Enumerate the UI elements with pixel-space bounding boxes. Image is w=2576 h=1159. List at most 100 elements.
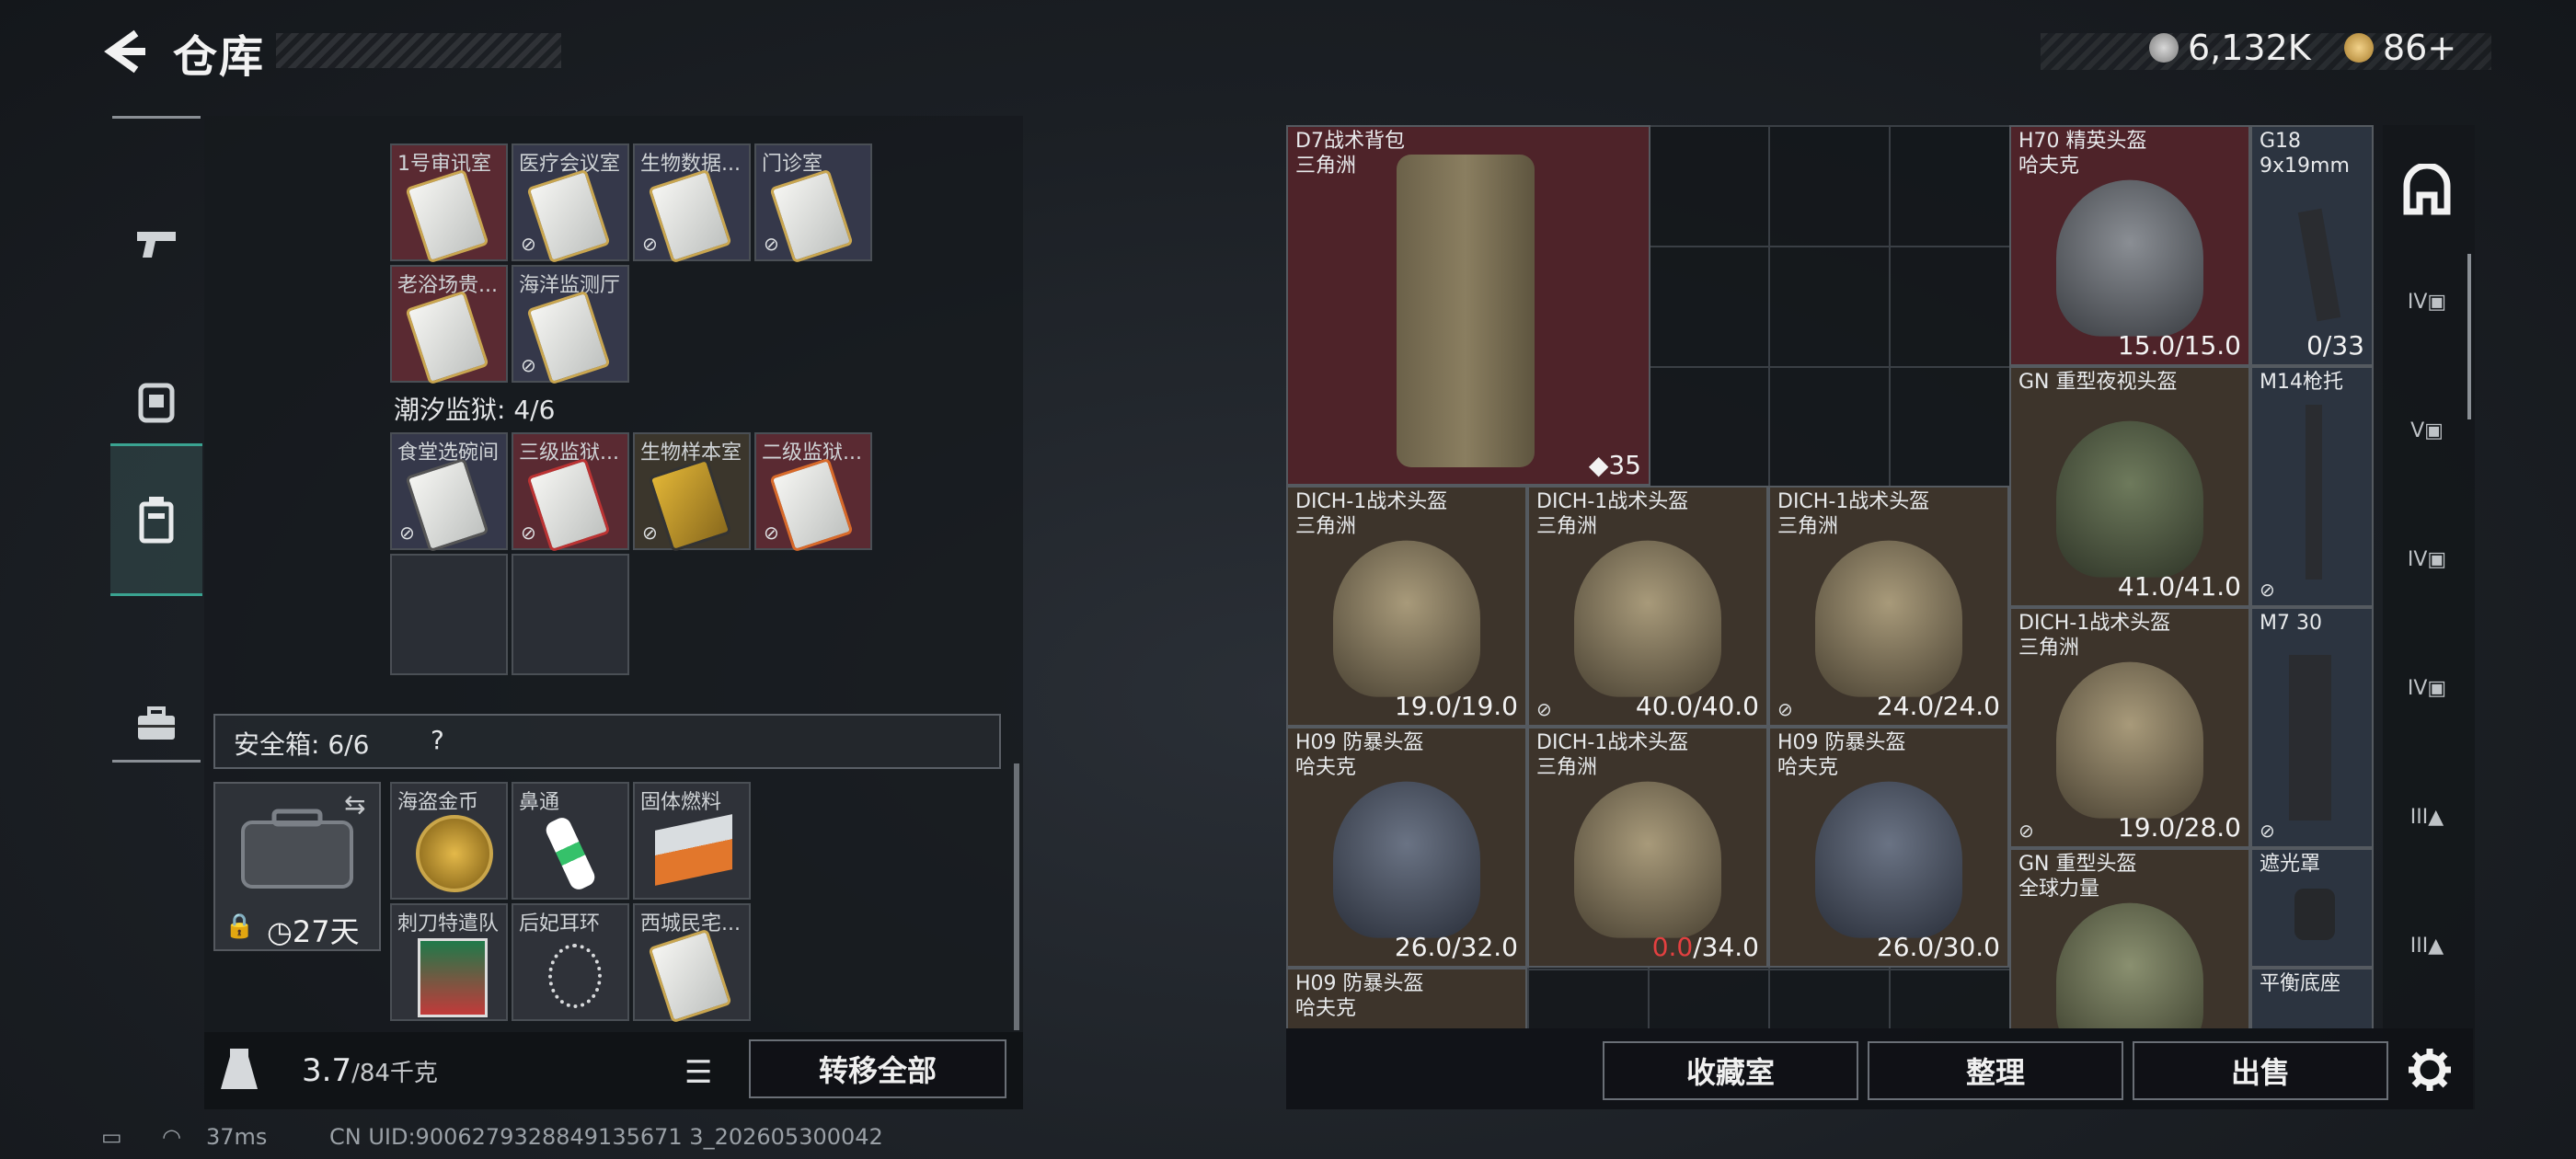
- stash-tab-all[interactable]: [2399, 162, 2455, 219]
- collection-room-button[interactable]: 收藏室: [1603, 1041, 1858, 1100]
- stash-item-shade[interactable]: 遮光罩: [2250, 848, 2374, 968]
- key-slot[interactable]: 老浴场贵...: [390, 265, 508, 385]
- tab-storage[interactable]: [110, 443, 202, 596]
- stash-item-h09a[interactable]: H09 防暴头盔 哈夫克 26.0/32.0: [1286, 727, 1527, 968]
- sell-button[interactable]: 出售: [2133, 1041, 2388, 1100]
- stash-item-m7[interactable]: M7 30 ⊘: [2250, 607, 2374, 848]
- no-insure-icon: ⊘: [399, 522, 415, 544]
- gold-coin-icon: [416, 815, 493, 892]
- scrollbar[interactable]: [1014, 763, 1019, 1030]
- item-durability: 24.0/24.0: [1876, 691, 2000, 721]
- empty-slot[interactable]: [390, 554, 508, 675]
- stash-tab-5[interactable]: V▣: [2399, 419, 2455, 475]
- stash-item-gn1[interactable]: GN 重型夜视头盔 41.0/41.0: [2009, 366, 2250, 607]
- tab-tools[interactable]: [110, 649, 202, 797]
- uid-text: CN UID:9006279328849135671 3_20260530004…: [329, 1124, 883, 1150]
- item-title: H09 防暴头盔: [1295, 972, 1424, 995]
- key-slot[interactable]: 医疗会议室 ⊘: [512, 143, 629, 264]
- stash-item-backpack[interactable]: D7战术背包 三角洲 ◆35: [1286, 125, 1650, 486]
- safe-case-icon: [241, 809, 353, 889]
- item-sub: 全球力量: [2018, 878, 2100, 901]
- key-slot[interactable]: 生物样本室 ⊘: [633, 432, 751, 553]
- stash-item-h09c[interactable]: H09 防暴头盔 哈夫克: [1286, 968, 1527, 1028]
- stash-item-m14[interactable]: M14枪托 ⊘: [2250, 366, 2374, 607]
- list-icon[interactable]: ☰: [684, 1054, 712, 1091]
- swap-icon[interactable]: ⇆: [344, 789, 365, 820]
- stash-item-dich1[interactable]: DICH-1战术头盔 三角洲 19.0/19.0: [1286, 486, 1527, 727]
- stash-item-h09b[interactable]: H09 防暴头盔 哈夫克 26.0/30.0: [1768, 727, 2009, 968]
- safe-item[interactable]: 固体燃料: [633, 782, 751, 900]
- key-slot[interactable]: 生物数据... ⊘: [633, 143, 751, 264]
- no-insure-icon: ⊘: [521, 522, 536, 544]
- stash-item-g18[interactable]: G18 9x19mm 0/33: [2250, 125, 2374, 366]
- safe-item[interactable]: 海盗金币: [390, 782, 508, 900]
- stash-item-dich5[interactable]: DICH-1战术头盔 三角洲 0.0/34.0: [1527, 727, 1768, 968]
- stash-tab-4c[interactable]: IV▣: [2399, 677, 2455, 732]
- safe-item[interactable]: 刺刀特遣队: [390, 903, 508, 1021]
- item-durability: 19.0/19.0: [1394, 691, 1518, 721]
- tab-scrollbar[interactable]: [2467, 254, 2471, 419]
- transfer-all-button[interactable]: 转移全部: [749, 1039, 1006, 1098]
- item-name: DICH-1战术头盔 三角洲: [1536, 489, 1688, 539]
- key-slot[interactable]: 1号审讯室: [390, 143, 508, 264]
- item-durability: 0/33: [2306, 330, 2364, 361]
- key-slot[interactable]: 门诊室 ⊘: [754, 143, 872, 264]
- key-slot[interactable]: 三级监狱... ⊘: [512, 432, 629, 553]
- item-sub: 哈夫克: [1295, 756, 1357, 779]
- stash-item-base[interactable]: 平衡底座: [2250, 968, 2374, 1028]
- item-name: H70 精英头盔 哈夫克: [2018, 129, 2147, 178]
- item-name: H09 防暴头盔 哈夫克: [1295, 971, 1424, 1021]
- key-slot[interactable]: 海洋监测厅 ⊘: [512, 265, 629, 385]
- stash-page-icon: III▲: [2409, 806, 2444, 829]
- stash-item-dich3[interactable]: DICH-1战术头盔 三角洲 ⊘ 24.0/24.0: [1768, 486, 2009, 727]
- safe-item[interactable]: 后妃耳环: [512, 903, 629, 1021]
- tab-divider: [112, 116, 201, 119]
- item-sub: 三角洲: [1295, 155, 1357, 178]
- riot-helmet-icon: [1815, 781, 1962, 938]
- helmet-icon: [2056, 902, 2203, 1028]
- stash-item-dich2[interactable]: DICH-1战术头盔 三角洲 ⊘ 40.0/40.0: [1527, 486, 1768, 727]
- back-arrow-icon[interactable]: [99, 28, 147, 75]
- stash-page-icon: IV▣: [2407, 677, 2447, 700]
- item-sub: 哈夫克: [2018, 155, 2080, 178]
- key-slot[interactable]: 食堂选碗间 ⊘: [390, 432, 508, 553]
- safe-case-slot[interactable]: ⇆ 🔒 ◷27天: [213, 782, 381, 951]
- item-sub: 三角洲: [1777, 515, 1839, 538]
- stash-item-gn2[interactable]: GN 重型头盔 全球力量: [2009, 848, 2250, 1028]
- stash-item-h70[interactable]: H70 精英头盔 哈夫克 15.0/15.0: [2009, 125, 2250, 366]
- empty-slot[interactable]: [512, 554, 629, 675]
- keycard-icon: [405, 168, 489, 264]
- no-insure-icon: ⊘: [2260, 820, 2275, 842]
- item-name: D7战术背包 三角洲: [1295, 129, 1405, 178]
- settings-gear-icon[interactable]: [2407, 1047, 2453, 1093]
- currency-tickets[interactable]: 86+: [2344, 28, 2456, 68]
- item-label: 刺刀特遣队: [397, 912, 500, 935]
- item-label: 海盗金币: [397, 791, 479, 814]
- inhaler-icon: [543, 814, 598, 893]
- item-sub: 三角洲: [1536, 515, 1598, 538]
- safe-box-title: 安全箱: 6/6: [234, 729, 370, 760]
- stash-item-dich4[interactable]: DICH-1战术头盔 三角洲 ⊘ 19.0/28.0: [2009, 607, 2250, 848]
- item-name: H09 防暴头盔 哈夫克: [1295, 730, 1424, 780]
- home-icon: [2403, 162, 2451, 215]
- header-stripe: [276, 33, 561, 68]
- safe-item[interactable]: 西城民宅...: [633, 903, 751, 1024]
- item-title: DICH-1战术头盔: [1295, 490, 1448, 513]
- sort-button[interactable]: 整理: [1868, 1041, 2123, 1100]
- help-icon[interactable]: ?: [431, 725, 444, 755]
- item-name: 平衡底座: [2260, 972, 2341, 995]
- stash-tab-4b[interactable]: IV▣: [2399, 548, 2455, 603]
- key-slot[interactable]: 二级监狱... ⊘: [754, 432, 872, 553]
- item-name: M7 30: [2260, 612, 2322, 635]
- item-sub: 哈夫克: [1777, 756, 1839, 779]
- item-sub: 三角洲: [1536, 756, 1598, 779]
- stash-tab-3b[interactable]: III▲: [2399, 935, 2455, 990]
- page-title: 仓库: [173, 31, 266, 83]
- item-title: H09 防暴头盔: [1295, 731, 1424, 754]
- tab-weapons[interactable]: [110, 171, 202, 318]
- safe-item[interactable]: 鼻通: [512, 782, 629, 900]
- stash-tab-4[interactable]: IV▣: [2399, 291, 2455, 346]
- item-durability: 19.0/28.0: [2117, 812, 2241, 843]
- keycard-icon: [648, 928, 732, 1024]
- stash-tab-3[interactable]: III▲: [2399, 806, 2455, 861]
